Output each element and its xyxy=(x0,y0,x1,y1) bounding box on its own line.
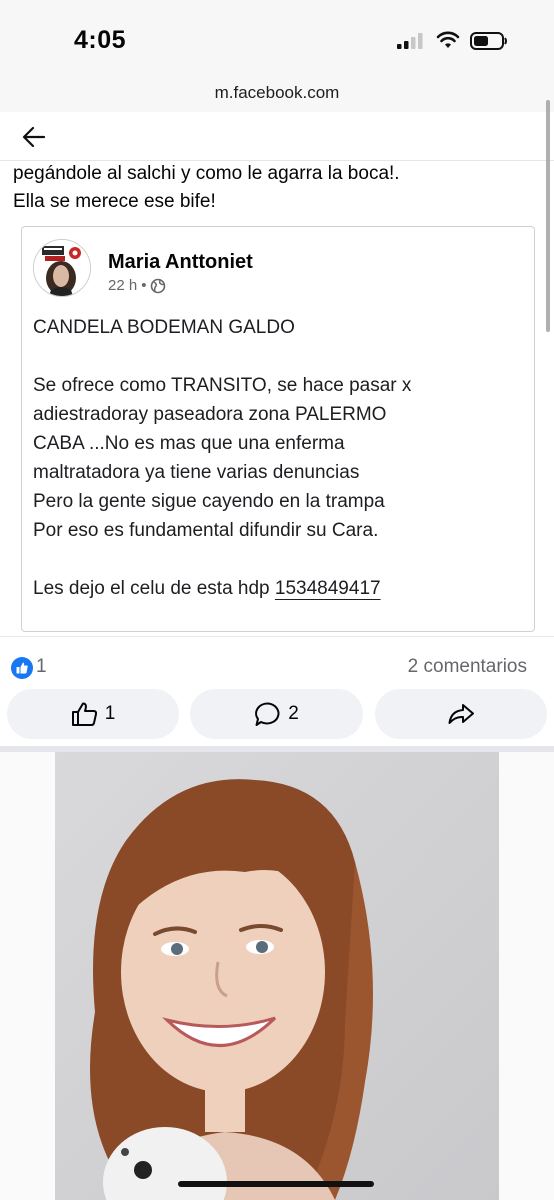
author-name[interactable]: Maria Anttoniet xyxy=(108,251,253,274)
signal-icon xyxy=(397,33,423,49)
reaction-count[interactable]: 1 xyxy=(36,656,47,678)
shared-post-card[interactable]: Maria Anttoniet 22 h • CANDELA BODEMAN G… xyxy=(21,226,535,632)
share-button[interactable] xyxy=(375,689,547,739)
closing-line: Les dejo el celu de esta hdp 1534849417 xyxy=(33,574,523,603)
nav-bar xyxy=(0,112,554,161)
post-text-line: Ella se merece ese bife! xyxy=(13,191,216,212)
status-time: 4:05 xyxy=(74,26,127,54)
like-button-count: 1 xyxy=(104,703,116,724)
reactions-summary: 1 2 comentarios xyxy=(0,652,554,686)
post-time[interactable]: 22 h xyxy=(108,277,137,294)
body-line: Por eso es fundamental difundir su Cara. xyxy=(33,520,379,541)
post-text: pegándole al salchi y como le agarra la … xyxy=(13,160,543,216)
post-photo[interactable] xyxy=(55,752,499,1200)
status-bar: 4:05 xyxy=(0,0,554,80)
thumbs-up-mini-icon xyxy=(16,662,28,674)
phone-number-link[interactable]: 1534849417 xyxy=(275,578,381,599)
like-button[interactable]: 1 xyxy=(7,689,179,739)
body-line: maltratadora ya tiene varias denuncias xyxy=(33,462,360,483)
url-text: m.facebook.com xyxy=(214,83,340,102)
like-reaction-icon[interactable] xyxy=(11,657,33,679)
body-line: CABA ...No es mas que una enferma xyxy=(33,433,345,454)
back-arrow-icon[interactable] xyxy=(22,126,46,148)
globe-icon xyxy=(151,278,166,293)
battery-icon xyxy=(470,32,507,50)
portrait-photo xyxy=(55,752,499,1200)
scrollbar[interactable] xyxy=(546,100,550,332)
avatar-image xyxy=(34,240,90,296)
meta-separator: • xyxy=(141,277,147,294)
body-line: Pero la gente sigue cayendo en la trampa xyxy=(33,491,385,512)
closing-text: Les dejo el celu de esta hdp xyxy=(33,578,275,599)
avatar[interactable] xyxy=(33,239,91,297)
share-icon xyxy=(448,704,474,724)
shared-post-body: CANDELA BODEMAN GALDO Se ofrece como TRA… xyxy=(33,313,523,603)
thumbs-up-icon xyxy=(71,702,97,726)
body-line: adiestradoray paseadora zona PALERMO xyxy=(33,404,387,425)
wifi-icon xyxy=(436,31,460,48)
shared-post-title: CANDELA BODEMAN GALDO xyxy=(33,317,295,338)
comment-icon xyxy=(255,702,280,726)
comments-count[interactable]: 2 comentarios xyxy=(408,656,527,678)
post-text-line: pegándole al salchi y como le agarra la … xyxy=(13,163,400,184)
body-line: Se ofrece como TRANSITO, se hace pasar x xyxy=(33,375,412,396)
divider xyxy=(0,636,554,637)
post-meta: 22 h • xyxy=(108,277,166,294)
url-bar[interactable]: m.facebook.com xyxy=(0,80,554,113)
comment-button[interactable]: 2 xyxy=(190,689,363,739)
comment-button-count: 2 xyxy=(288,703,299,724)
home-indicator[interactable] xyxy=(178,1181,374,1187)
